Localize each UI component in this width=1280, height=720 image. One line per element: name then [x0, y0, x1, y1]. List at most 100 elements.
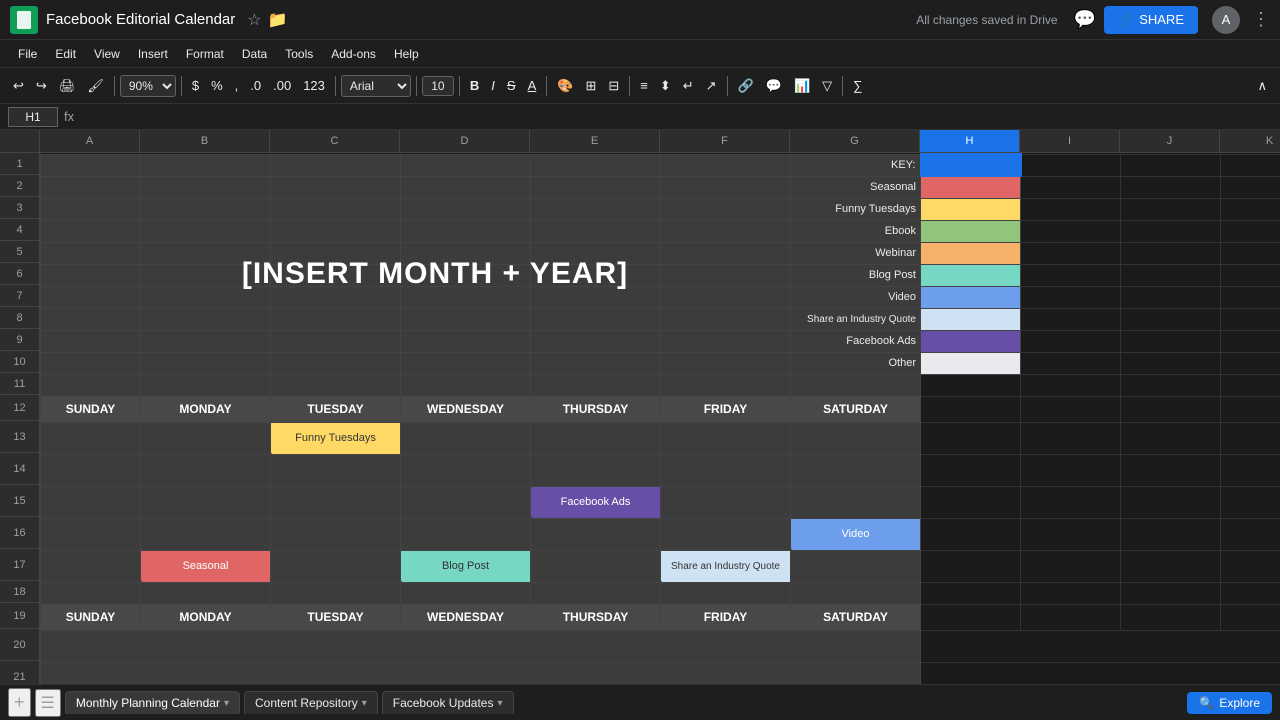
menu-file[interactable]: File	[10, 44, 45, 64]
cell-d9[interactable]	[401, 330, 531, 352]
cell-c18[interactable]	[271, 582, 401, 604]
cell-b9[interactable]	[141, 330, 271, 352]
cell-b17-seasonal[interactable]: Seasonal	[141, 550, 271, 582]
cell-g19-sat[interactable]: SATURDAY	[791, 604, 921, 630]
doc-title[interactable]: Facebook Editorial Calendar	[46, 11, 235, 28]
cell-e9[interactable]	[531, 330, 661, 352]
explore-button[interactable]: 🔍 Explore	[1187, 692, 1272, 714]
cell-d15[interactable]	[401, 486, 531, 518]
cell-f13[interactable]	[661, 422, 791, 454]
cell-c9[interactable]	[271, 330, 401, 352]
cell-d6[interactable]	[401, 264, 531, 286]
cell-g11[interactable]	[791, 374, 921, 396]
cell-a3[interactable]	[41, 198, 141, 220]
rotate-button[interactable]: ↗	[701, 75, 722, 97]
cell-c1[interactable]	[271, 154, 401, 176]
cell-c16[interactable]	[271, 518, 401, 550]
col-header-a[interactable]: A	[40, 130, 140, 152]
cell-j3[interactable]	[1121, 198, 1221, 220]
cell-i18[interactable]	[1021, 582, 1121, 604]
tab-monthly-arrow[interactable]: ▾	[224, 698, 229, 709]
cell-g5[interactable]: Webinar	[791, 242, 921, 264]
cell-c19-tue[interactable]: TUESDAY	[271, 604, 401, 630]
col-header-e[interactable]: E	[530, 130, 660, 152]
cell-e16[interactable]	[531, 518, 661, 550]
cell-h7-video[interactable]	[921, 286, 1021, 308]
cell-e14[interactable]	[531, 454, 661, 486]
cell-j15[interactable]	[1121, 486, 1221, 518]
menu-view[interactable]: View	[86, 44, 128, 64]
cell-d8[interactable]	[401, 308, 531, 330]
cell-g3[interactable]: Funny Tuesdays	[791, 198, 921, 220]
col-header-k[interactable]: K	[1220, 130, 1280, 152]
cell-b19-mon[interactable]: MONDAY	[141, 604, 271, 630]
font-select[interactable]: Arial	[341, 75, 411, 97]
row-num-3[interactable]: 3	[0, 197, 40, 219]
account-icon[interactable]: A	[1212, 6, 1240, 34]
cell-j4[interactable]	[1121, 220, 1221, 242]
cell-f8[interactable]	[661, 308, 791, 330]
row-num-16[interactable]: 16	[0, 517, 40, 549]
cell-k10[interactable]	[1221, 352, 1280, 374]
col-header-g[interactable]: G	[790, 130, 920, 152]
link-button[interactable]: 🔗	[733, 75, 759, 97]
menu-insert[interactable]: Insert	[130, 44, 176, 64]
cell-j14[interactable]	[1121, 454, 1221, 486]
cell-d3[interactable]	[401, 198, 531, 220]
cell-c15[interactable]	[271, 486, 401, 518]
cell-h12[interactable]	[921, 396, 1021, 422]
cell-a17[interactable]	[41, 550, 141, 582]
cell-d4[interactable]	[401, 220, 531, 242]
row-num-19[interactable]: 19	[0, 603, 40, 629]
col-header-d[interactable]: D	[400, 130, 530, 152]
cell-e4[interactable]	[531, 220, 661, 242]
cell-b8[interactable]	[141, 308, 271, 330]
cell-b7[interactable]	[141, 286, 271, 308]
cell-d12-wed[interactable]: WEDNESDAY	[401, 396, 531, 422]
cell-g7[interactable]: Video	[791, 286, 921, 308]
row-num-1[interactable]: 1	[0, 153, 40, 175]
cell-k16[interactable]	[1221, 518, 1280, 550]
cell-i9[interactable]	[1021, 330, 1121, 352]
percent-button[interactable]: %	[206, 75, 228, 96]
cell-d14[interactable]	[401, 454, 531, 486]
cell-b12-mon[interactable]: MONDAY	[141, 396, 271, 422]
sheets-menu-button[interactable]: ☰	[35, 689, 61, 717]
row-num-9[interactable]: 9	[0, 329, 40, 351]
cell-b18[interactable]	[141, 582, 271, 604]
cell-e12-thu[interactable]: THURSDAY	[531, 396, 661, 422]
print-button[interactable]: 🖨	[54, 75, 81, 97]
cell-h2-seasonal[interactable]	[921, 176, 1021, 198]
cell-h14[interactable]	[921, 454, 1021, 486]
cell-e6[interactable]	[531, 264, 661, 286]
cell-f6[interactable]	[661, 264, 791, 286]
cell-g12-sat[interactable]: SATURDAY	[791, 396, 921, 422]
cell-h5-webinar[interactable]	[921, 242, 1021, 264]
col-header-j[interactable]: J	[1120, 130, 1220, 152]
cell-j5[interactable]	[1121, 242, 1221, 264]
row-num-7[interactable]: 7	[0, 285, 40, 307]
col-header-c[interactable]: C	[270, 130, 400, 152]
cell-k4[interactable]	[1221, 220, 1280, 242]
bold-button[interactable]: B	[465, 75, 484, 96]
cell-j9[interactable]	[1121, 330, 1221, 352]
undo-button[interactable]: ↩	[8, 75, 29, 97]
cell-reference-input[interactable]	[8, 107, 58, 127]
cell-c5[interactable]	[271, 242, 401, 264]
cell-g2[interactable]: Seasonal	[791, 176, 921, 198]
row-num-6[interactable]: 6	[0, 263, 40, 285]
cell-d13[interactable]	[401, 422, 531, 454]
cell-k18[interactable]	[1221, 582, 1280, 604]
cell-i5[interactable]	[1021, 242, 1121, 264]
cell-b15[interactable]	[141, 486, 271, 518]
cell-a9[interactable]	[41, 330, 141, 352]
cell-h4-ebook[interactable]	[921, 220, 1021, 242]
cell-e3[interactable]	[531, 198, 661, 220]
cell-f11[interactable]	[661, 374, 791, 396]
cell-i17[interactable]	[1021, 550, 1121, 582]
cell-f17-share[interactable]: Share an Industry Quote	[661, 550, 791, 582]
fill-color-button[interactable]: 🎨	[552, 75, 578, 97]
folder-icon[interactable]: 📁	[268, 10, 288, 30]
cell-k7[interactable]	[1221, 286, 1280, 308]
comment-button[interactable]: 💬	[761, 75, 787, 97]
